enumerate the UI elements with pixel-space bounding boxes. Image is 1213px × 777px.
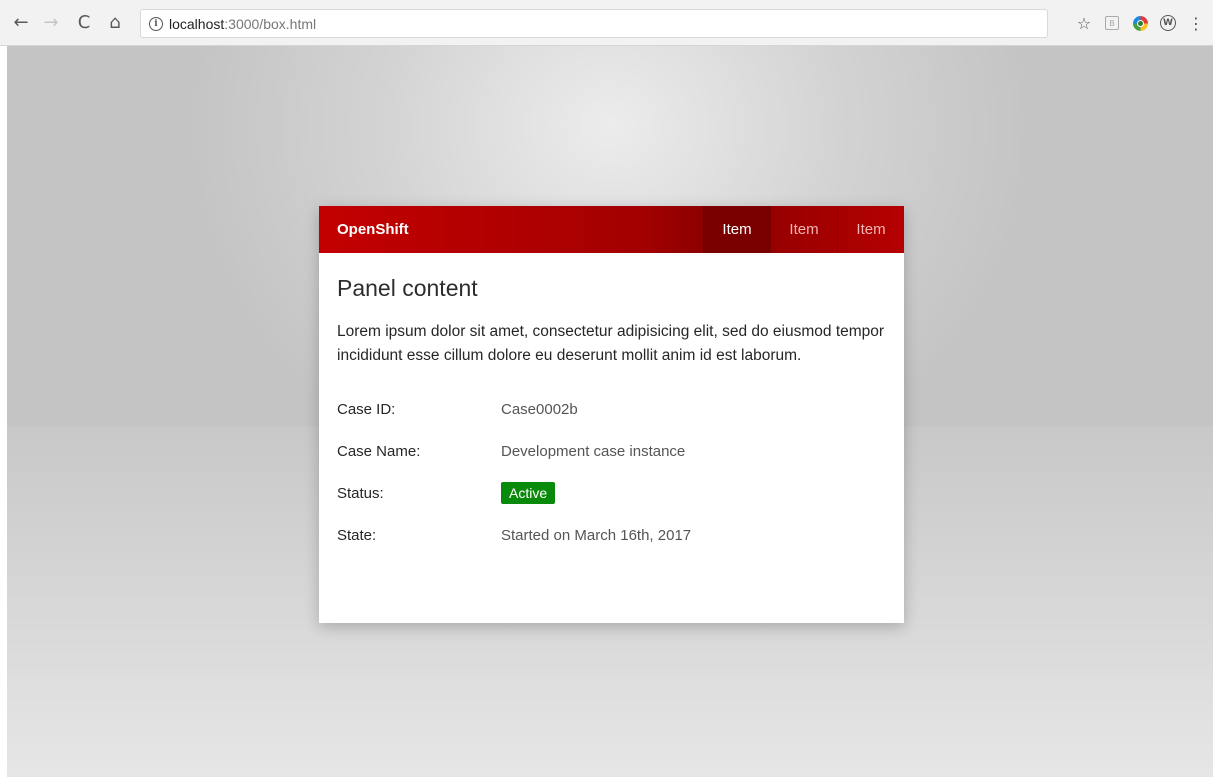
nav-item-2[interactable]: Item <box>770 206 837 253</box>
field-row-case-id: Case ID: Case0002b <box>337 388 886 430</box>
status-badge: Active <box>501 481 556 504</box>
color-wheel-icon <box>1132 15 1148 31</box>
state-value: Started on March 16th, 2017 <box>501 526 692 544</box>
window-left-edge <box>0 46 7 777</box>
panel-title: Panel content <box>337 275 478 301</box>
menu-icon[interactable]: ⋮ <box>1185 12 1207 34</box>
extension-w-label: W <box>1160 15 1176 31</box>
back-arrow-icon[interactable]: ← <box>10 12 32 34</box>
panel-description: Lorem ipsum dolor sit amet, consectetur … <box>337 323 885 364</box>
field-row-status: Status: Active <box>337 472 886 514</box>
star-icon[interactable]: ☆ <box>1073 12 1095 34</box>
extension-w-icon[interactable]: W <box>1157 12 1179 34</box>
reload-icon[interactable]: C <box>73 12 95 34</box>
panel-body: Panel content Lorem ipsum dolor sit amet… <box>319 253 904 556</box>
forward-arrow-icon[interactable]: → <box>40 12 62 34</box>
extension-b-icon[interactable]: B <box>1101 12 1123 34</box>
home-icon[interactable]: ⌂ <box>104 12 126 34</box>
field-row-state: State: Started on March 16th, 2017 <box>337 514 886 556</box>
case-id-value: Case0002b <box>501 400 578 418</box>
case-name-label: Case Name: <box>337 442 421 460</box>
page-viewport: OpenShift Item Item Item Panel content L… <box>7 46 1213 777</box>
nav-item-1[interactable]: Item <box>703 206 770 253</box>
address-bar[interactable]: i localhost:3000/box.html <box>140 9 1048 38</box>
brand-label: OpenShift <box>337 221 409 238</box>
field-row-case-name: Case Name: Development case instance <box>337 430 886 472</box>
panel-header: OpenShift Item Item Item <box>319 206 904 253</box>
color-extension-icon[interactable] <box>1129 12 1151 34</box>
case-id-label: Case ID: <box>337 400 396 418</box>
nav-item-3[interactable]: Item <box>837 206 904 253</box>
panel-nav: Item Item Item <box>703 206 904 253</box>
url-host: localhost <box>169 15 225 32</box>
status-label: Status: <box>337 484 384 502</box>
info-icon[interactable]: i <box>149 16 163 31</box>
url-path: :3000/box.html <box>224 15 317 32</box>
extension-b-label: B <box>1105 16 1119 30</box>
case-name-value: Development case instance <box>501 442 686 460</box>
browser-toolbar: ← → C ⌂ i localhost:3000/box.html ☆ B W … <box>0 0 1213 46</box>
extension-toolbar: ☆ B W ⋮ <box>1067 12 1207 34</box>
state-label: State: <box>337 526 377 544</box>
status-value-wrap: Active <box>501 481 556 504</box>
panel-card: OpenShift Item Item Item Panel content L… <box>319 206 904 623</box>
